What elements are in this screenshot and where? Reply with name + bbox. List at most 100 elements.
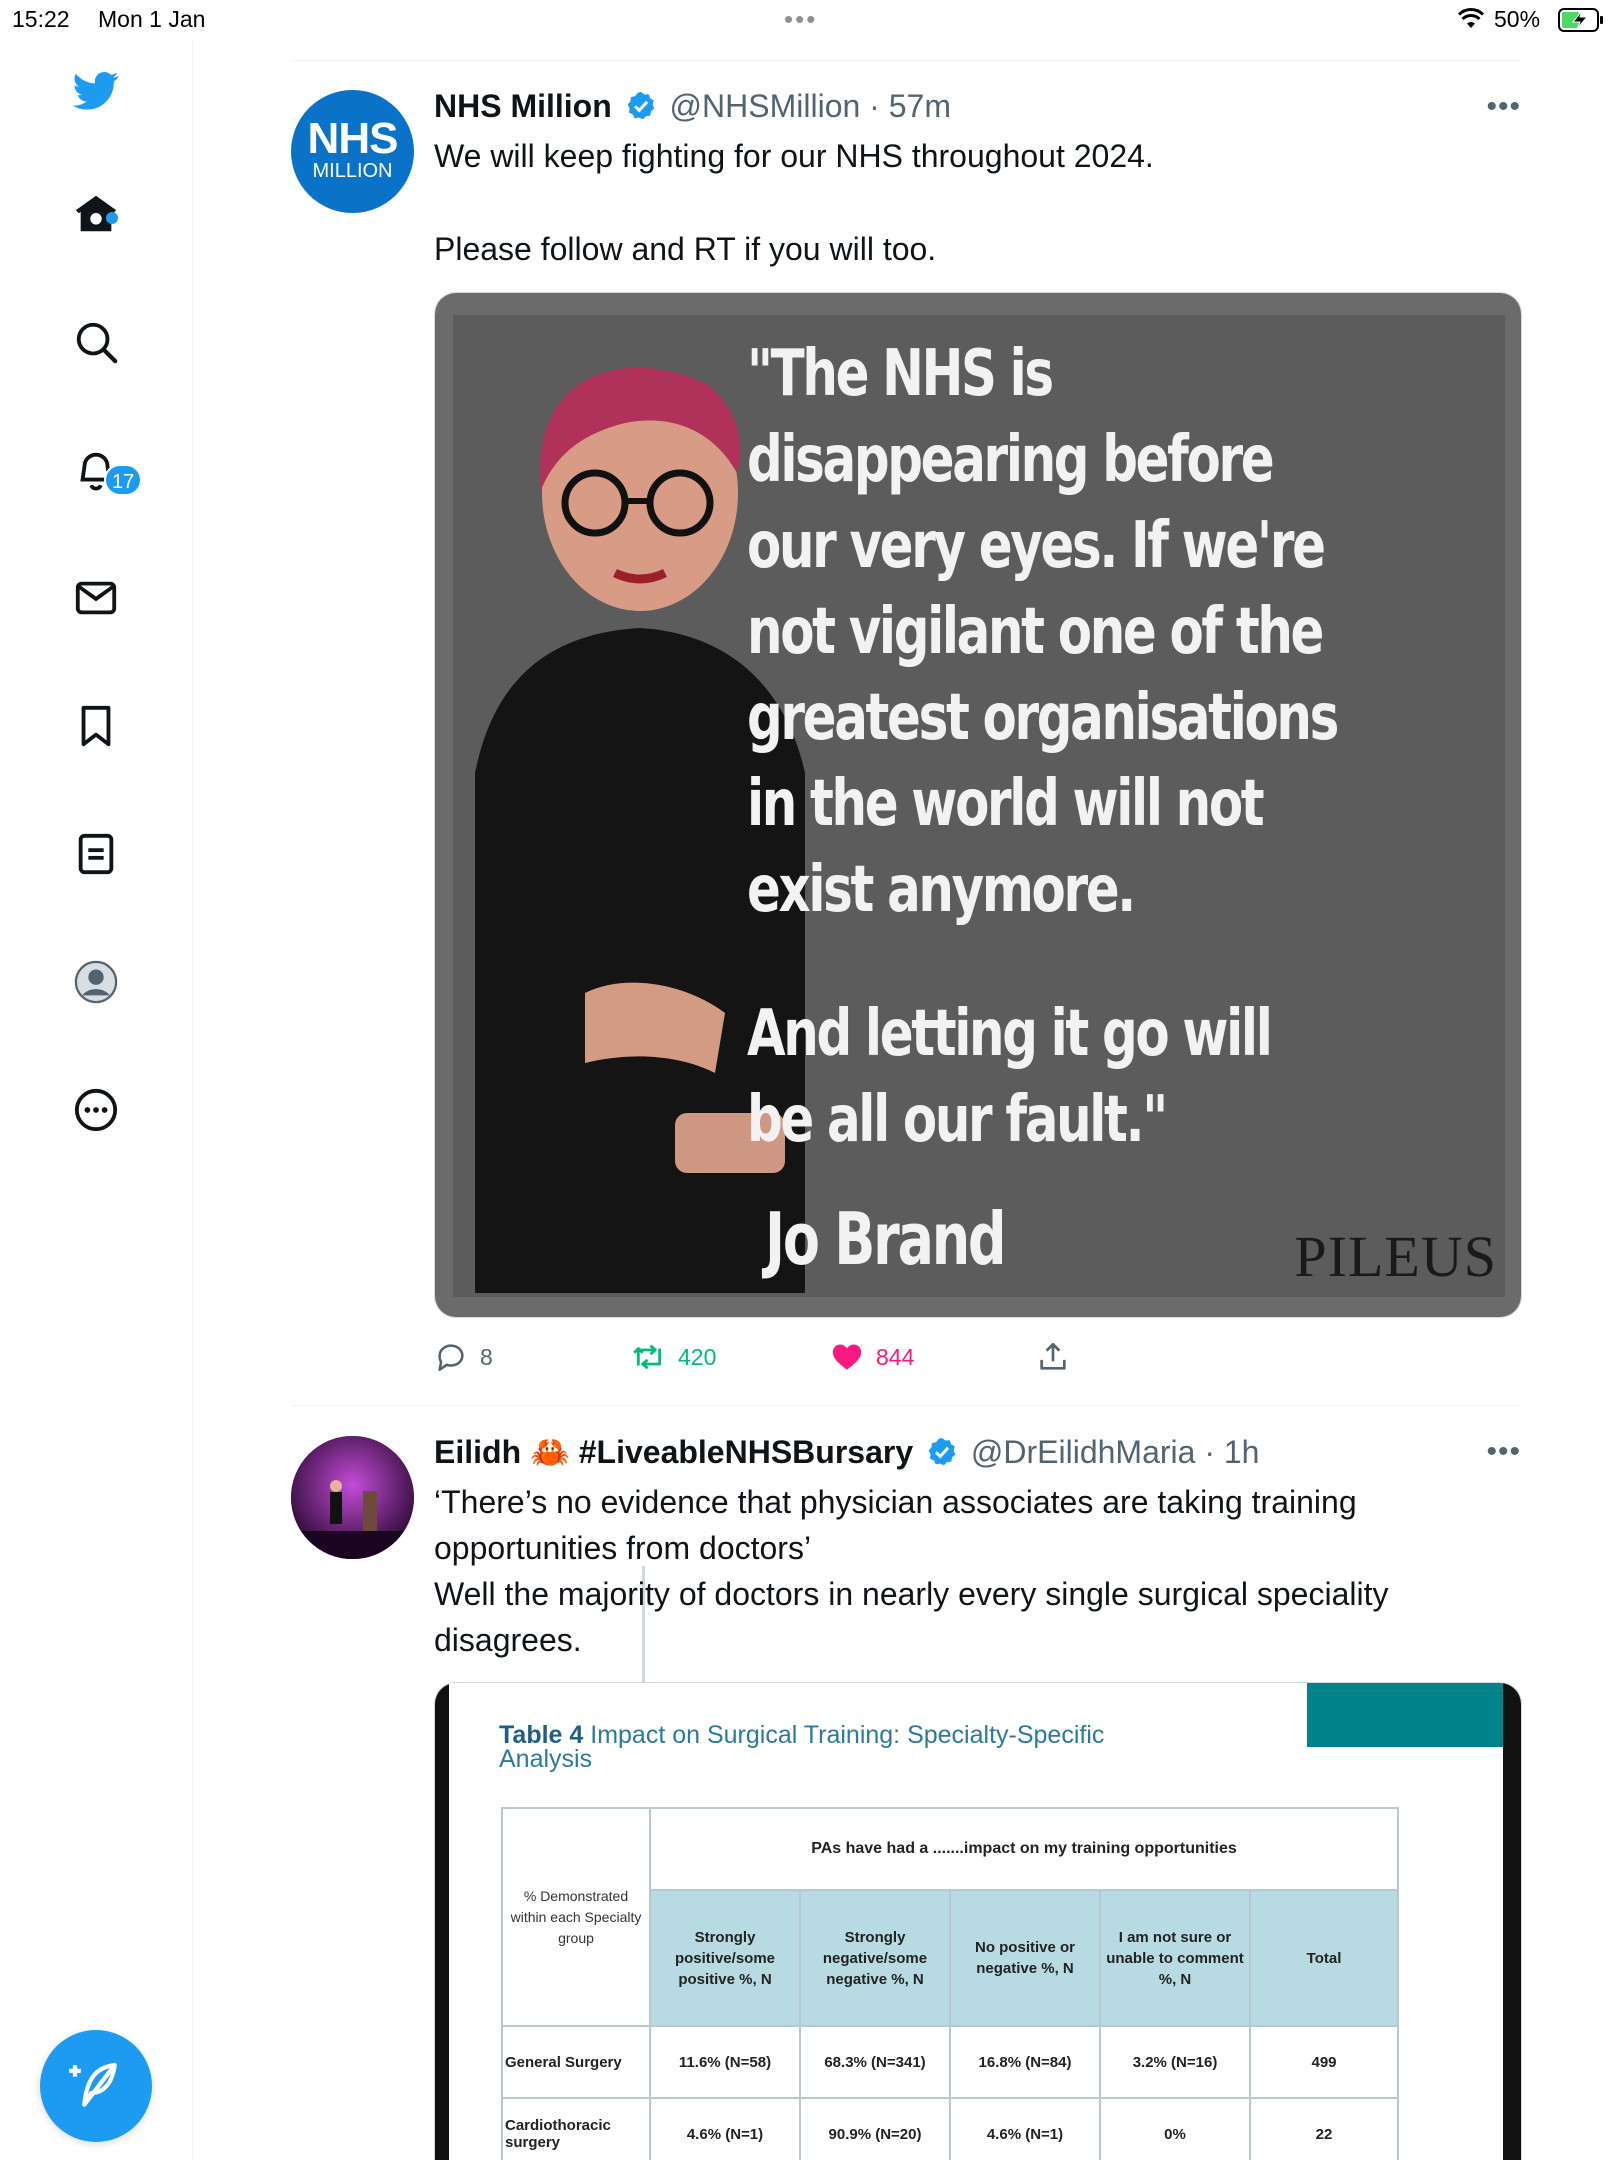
author-name[interactable]: NHS Million (434, 88, 612, 124)
verified-badge-icon (627, 92, 654, 120)
column-header: No positive or negative %, N (949, 1889, 1101, 2027)
share-icon (1040, 1342, 1066, 1370)
tweet-header: NHS Million @NHSMillion · 57m (434, 88, 951, 125)
quote-line: "The NHS is (747, 337, 1054, 411)
reply-button[interactable]: 8 (434, 1340, 493, 1374)
table-title-rest: Impact on Surgical Training: Specialty-S… (590, 1721, 1105, 1749)
table-cell: 11.6% (N=58) (649, 2025, 801, 2099)
quote-line: in the world will not (747, 767, 1265, 841)
retweet-count: 420 (678, 1343, 717, 1370)
tweet-text-line1: We will keep fighting for our NHS throug… (434, 138, 1154, 174)
table-title: Table 4 Impact on Surgical Training: Spe… (499, 1721, 1105, 1773)
verified-badge-icon (928, 1438, 956, 1466)
notifications-badge: 17 (104, 464, 143, 496)
quote-line: not vigilant one of the (747, 595, 1324, 669)
author-handle[interactable]: @NHSMillion (670, 88, 861, 124)
image-frame-right (1503, 1683, 1521, 2160)
table-cell: 499 (1249, 2025, 1399, 2099)
row-label: General Surgery (501, 2025, 651, 2099)
tweet-text: ‘There’s no evidence that physician asso… (434, 1479, 1494, 1663)
table-cell: 3.2% (N=16) (1099, 2025, 1251, 2099)
avatar-text-million: MILLION (312, 160, 393, 182)
tweet-image[interactable]: "The NHS is disappearing before our very… (434, 292, 1522, 1318)
lists-icon[interactable] (68, 826, 124, 882)
table-row: General Surgery 11.6% (N=58) 68.3% (N=34… (501, 2025, 1399, 2099)
quote-line: exist anymore. (747, 853, 1136, 927)
tweet[interactable]: NHS MILLION NHS Million @NHSMillion · 57… (291, 60, 1522, 1404)
reply-count: 8 (480, 1343, 493, 1370)
tweet-text-line2: Please follow and RT if you will too. (434, 231, 937, 267)
impact-table: % Demonstrated within each Specialty gro… (501, 1807, 1399, 2160)
column-header: Total (1249, 1889, 1399, 2027)
table-row: Cardiothoracic surgery 4.6% (N=1) 90.9% … (501, 2097, 1399, 2160)
compose-tweet-button[interactable] (40, 2030, 152, 2142)
search-icon[interactable] (68, 314, 124, 370)
survey-table-image: Table 4 Impact on Surgical Training: Spe… (435, 1683, 1521, 2160)
table-cell: 4.6% (N=1) (649, 2097, 801, 2160)
teal-corner-block (1307, 1683, 1503, 1747)
table-group-header: PAs have had a .......impact on my train… (649, 1807, 1399, 1891)
like-button[interactable]: 844 (830, 1340, 914, 1374)
row-label: Cardiothoracic surgery (501, 2097, 651, 2160)
tweet-image[interactable]: Table 4 Impact on Surgical Training: Spe… (434, 1682, 1522, 2160)
tweet-text-line: ‘There’s no evidence that physician asso… (434, 1484, 1357, 1520)
tweet-timestamp[interactable]: · 1h (1204, 1434, 1259, 1470)
quote-line: our very eyes. If we're (747, 509, 1326, 583)
tweet-more-options-icon[interactable]: ••• (1486, 1435, 1521, 1469)
table-cell: 16.8% (N=84) (949, 2025, 1101, 2099)
twitter-logo-icon[interactable] (68, 62, 124, 118)
battery-percent: 50% (1494, 6, 1541, 32)
tweet-more-options-icon[interactable]: ••• (1486, 90, 1521, 124)
status-bar: 15:22 Mon 1 Jan ••• 50% (0, 0, 1620, 40)
table-cell: 0% (1099, 2097, 1251, 2160)
profile-avatar-icon[interactable] (68, 954, 124, 1010)
avatar-photo (291, 1436, 414, 1559)
status-time: 15:22 (12, 6, 70, 32)
sidebar-nav: 17 (0, 40, 193, 2160)
table-title-line2: Analysis (499, 1745, 593, 1773)
heart-filled-icon (832, 1344, 862, 1370)
quote-graphic: "The NHS is disappearing before our very… (435, 293, 1521, 1317)
more-options-icon[interactable] (68, 1082, 124, 1138)
multitasking-dots-icon[interactable]: ••• (784, 4, 817, 35)
retweet-button[interactable]: 420 (632, 1340, 716, 1374)
table-cell: 68.3% (N=341) (799, 2025, 951, 2099)
tweet-text-line: Well the majority of doctors in nearly e… (434, 1576, 1389, 1612)
column-header: Strongly negative/some negative %, N (799, 1889, 951, 2027)
compose-feather-icon (69, 2062, 117, 2107)
image-watermark: PILEUS (1294, 1224, 1497, 1289)
share-button[interactable] (1036, 1340, 1070, 1374)
table-cell: 4.6% (N=1) (949, 2097, 1101, 2160)
quote-line: And letting it go will (747, 997, 1273, 1071)
quote-text: "The NHS is disappearing before our very… (747, 331, 1496, 1163)
author-name-hashtag[interactable]: #LiveableNHSBursary (579, 1434, 913, 1470)
tweet[interactable]: Eilidh 🦀 #LiveableNHSBursary @DrEilidhMa… (291, 1406, 1522, 2160)
bookmarks-icon[interactable] (68, 698, 124, 754)
table-cell: 22 (1249, 2097, 1399, 2160)
tweet-timestamp[interactable]: · 57m (869, 88, 951, 124)
tweet-text-line: disagrees. (434, 1622, 582, 1658)
author-handle[interactable]: @DrEilidhMaria (971, 1434, 1196, 1470)
table-corner-cell: % Demonstrated within each Specialty gro… (501, 1807, 651, 2027)
quote-author: Jo Brand (765, 1197, 1007, 1281)
retweet-icon (633, 1344, 661, 1370)
author-name[interactable]: Eilidh (434, 1434, 521, 1470)
avatar-text-nhs: NHS (307, 114, 399, 163)
status-date: Mon 1 Jan (98, 6, 206, 32)
crab-emoji: 🦀 (530, 1434, 570, 1470)
quote-line: disappearing before (747, 423, 1275, 497)
nhs-million-avatar[interactable]: NHS MILLION (291, 90, 414, 213)
column-header: I am not sure or unable to comment %, N (1099, 1889, 1251, 2027)
tweet-actions: 8 420 844 (434, 1340, 1334, 1380)
column-header: Strongly positive/some positive %, N (649, 1889, 801, 2027)
table-cell: 90.9% (N=20) (799, 2097, 951, 2160)
messages-envelope-icon[interactable] (68, 570, 124, 626)
wifi-icon (1458, 8, 1484, 28)
eilidh-avatar[interactable] (291, 1436, 414, 1559)
reply-icon (438, 1344, 464, 1372)
quote-line: greatest organisations (747, 681, 1339, 755)
like-count: 844 (876, 1343, 915, 1370)
battery-charging-icon (1558, 8, 1603, 32)
image-frame-left (435, 1683, 449, 2160)
tweet-text-line: opportunities from doctors’ (434, 1530, 812, 1566)
